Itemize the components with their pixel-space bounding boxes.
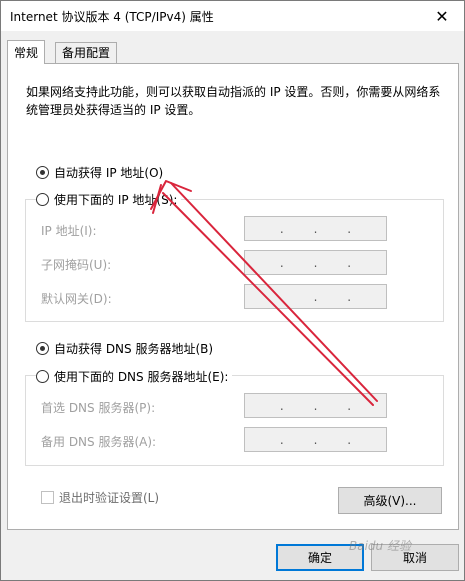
subnet-mask-field[interactable]: ... [244,250,387,275]
manual-dns-group [25,375,444,466]
manual-dns-label: 使用下面的 DNS 服务器地址(E): [54,370,229,384]
manual-dns-option[interactable]: 使用下面的 DNS 服务器地址(E): [36,368,233,385]
auto-ip-radio[interactable] [36,166,49,179]
preferred-dns-label: 首选 DNS 服务器(P): [41,401,156,415]
tab-alternate-config[interactable]: 备用配置 [55,42,118,63]
description-text: 如果网络支持此功能，则可以获取自动指派的 IP 设置。否则，你需要从网络系统管理… [26,85,441,117]
auto-ip-label: 自动获得 IP 地址(O) [54,166,164,180]
auto-dns-option[interactable]: 自动获得 DNS 服务器地址(B) [36,340,213,357]
watermark: Baidu 经验 [349,539,411,553]
validate-on-exit-option[interactable]: 退出时验证设置(L) [41,489,159,506]
ip-address-label: IP 地址(I): [41,224,97,238]
manual-ip-option[interactable]: 使用下面的 IP 地址(S): [36,191,182,208]
auto-dns-radio[interactable] [36,342,49,355]
manual-ip-label: 使用下面的 IP 地址(S): [54,193,178,207]
validate-on-exit-checkbox[interactable] [41,491,54,504]
tab-general[interactable]: 常规 [7,40,46,64]
auto-ip-option[interactable]: 自动获得 IP 地址(O) [36,164,163,181]
general-tab-panel: 如果网络支持此功能，则可以获取自动指派的 IP 设置。否则，你需要从网络系统管理… [7,63,459,530]
validate-on-exit-label: 退出时验证设置(L) [59,491,160,505]
preferred-dns-field[interactable]: ... [244,393,387,418]
title-bar: Internet 协议版本 4 (TCP/IPv4) 属性 ✕ [1,1,464,31]
alternate-dns-label: 备用 DNS 服务器(A): [41,435,157,449]
subnet-mask-label: 子网掩码(U): [41,258,112,272]
default-gateway-field[interactable]: ... [244,284,387,309]
advanced-button[interactable]: 高级(V)... [338,487,442,514]
auto-dns-label: 自动获得 DNS 服务器地址(B) [54,342,214,356]
ip-address-field[interactable]: ... [244,216,387,241]
manual-ip-radio[interactable] [36,193,49,206]
window-title: Internet 协议版本 4 (TCP/IPv4) 属性 [10,10,214,24]
alternate-dns-field[interactable]: ... [244,427,387,452]
close-button[interactable]: ✕ [420,1,464,31]
tcpip-properties-dialog: Internet 协议版本 4 (TCP/IPv4) 属性 ✕ 常规 备用配置 … [0,0,465,581]
close-icon: ✕ [435,6,449,26]
default-gateway-label: 默认网关(D): [41,292,112,306]
manual-dns-radio[interactable] [36,370,49,383]
